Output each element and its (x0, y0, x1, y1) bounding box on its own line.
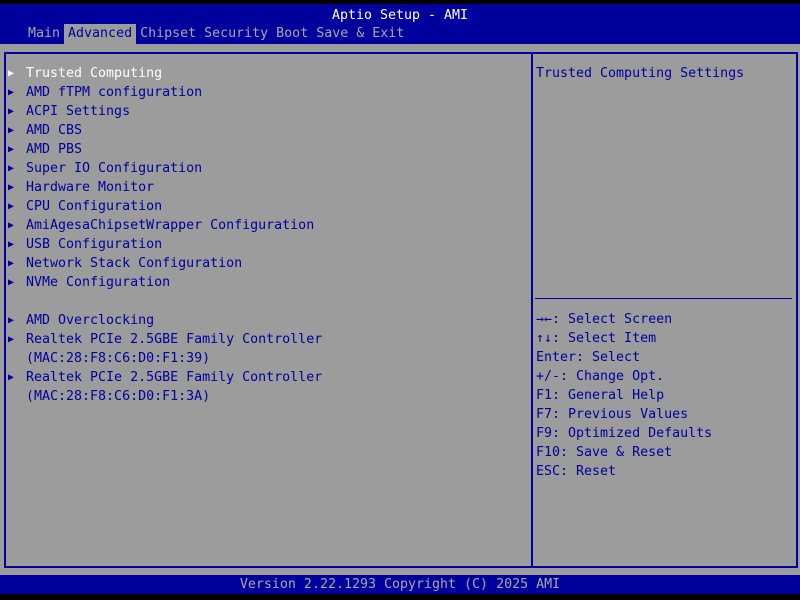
submenu-arrow-icon: ▶ (8, 315, 15, 326)
tab-chipset[interactable]: Chipset (136, 24, 200, 44)
menu-item-label: Realtek PCIe 2.5GBE Family Controller (26, 332, 323, 347)
submenu-arrow-icon: ▶ (8, 125, 15, 136)
submenu-arrow-icon: ▶ (8, 106, 15, 117)
menu-item[interactable]: ▶ Realtek PCIe 2.5GBE Family Controller (8, 368, 322, 387)
help-divider (535, 298, 792, 299)
tab-bar: Main Advanced Chipset Security Boot Save… (24, 24, 408, 44)
menu-item[interactable]: ▶ AMD CBS (8, 121, 322, 140)
app-title: Aptio Setup - AMI (331, 8, 469, 23)
menu-item[interactable]: ▶ CPU Configuration (8, 197, 322, 216)
key-hint: Enter: Select (536, 350, 641, 365)
key-hint: →←: Select Screen (536, 312, 673, 327)
menu-item-detail: (MAC:28:F8:C6:D0:F1:39) (8, 349, 322, 368)
menu-item-label: AMD Overclocking (26, 313, 155, 328)
menu-item-label: Network Stack Configuration (26, 256, 243, 271)
tab-advanced[interactable]: Advanced (64, 24, 137, 44)
menu-item-label: (MAC:28:F8:C6:D0:F1:39) (26, 351, 211, 366)
tab-main[interactable]: Main (24, 24, 64, 44)
key-hint: F1: General Help (536, 388, 665, 403)
submenu-arrow-icon: ▶ (8, 68, 15, 79)
panel-divider (531, 54, 533, 566)
menu-item-detail: (MAC:28:F8:C6:D0:F1:3A) (8, 387, 322, 406)
key-hint: ↑↓: Select Item (536, 331, 657, 346)
main-frame: ▶ Trusted Computing ▶ AMD fTPM configuratio… (4, 52, 798, 568)
submenu-arrow-icon: ▶ (8, 372, 15, 383)
menu-item[interactable]: ▶ AMD fTPM configuration (8, 83, 322, 102)
help-text: Trusted Computing Settings (536, 66, 745, 81)
main-area: ▶ Trusted Computing ▶ AMD fTPM configuratio… (0, 44, 800, 575)
menu-item-label: Realtek PCIe 2.5GBE Family Controller (26, 370, 323, 385)
menu-item[interactable]: ▶ AmiAgesaChipsetWrapper Configuration (8, 216, 322, 235)
menu-item-label: AmiAgesaChipsetWrapper Configuration (26, 218, 315, 233)
key-hint: F10: Save & Reset (536, 445, 673, 460)
header-bar: Aptio Setup - AMI Main Advanced Chipset … (0, 4, 800, 44)
menu-item-label: Trusted Computing (26, 66, 163, 81)
menu-item-label: USB Configuration (26, 237, 163, 252)
menu-spacer (8, 292, 322, 311)
menu-item-label: CPU Configuration (26, 199, 163, 214)
menu-item-label: ACPI Settings (26, 104, 131, 119)
submenu-arrow-icon: ▶ (8, 201, 15, 212)
menu-item[interactable]: ▶ Network Stack Configuration (8, 254, 322, 273)
menu-item[interactable]: ▶ Super IO Configuration (8, 159, 322, 178)
menu-item-label: Hardware Monitor (26, 180, 155, 195)
submenu-arrow-icon: ▶ (8, 277, 15, 288)
menu-item-label: AMD PBS (26, 142, 83, 157)
submenu-arrow-icon: ▶ (8, 334, 15, 345)
tab-save-exit[interactable]: Save & Exit (312, 24, 408, 44)
menu-list: ▶ Trusted Computing ▶ AMD fTPM configuratio… (8, 64, 322, 406)
key-hint: ESC: Reset (536, 464, 617, 479)
key-legend: →←: Select Screen ↑↓: Select Item Enter: S… (536, 310, 712, 481)
submenu-arrow-icon: ▶ (8, 87, 15, 98)
submenu-arrow-icon: ▶ (8, 182, 15, 193)
tab-boot[interactable]: Boot (272, 24, 312, 44)
submenu-arrow-icon: ▶ (8, 144, 15, 155)
submenu-arrow-icon: ▶ (8, 163, 15, 174)
menu-item-label: (MAC:28:F8:C6:D0:F1:3A) (26, 389, 211, 404)
menu-item-label: Super IO Configuration (26, 161, 203, 176)
key-hint: +/-: Change Opt. (536, 369, 665, 384)
menu-item[interactable]: ▶ Realtek PCIe 2.5GBE Family Controller (8, 330, 322, 349)
menu-item-label: AMD fTPM configuration (26, 85, 203, 100)
key-hint: F7: Previous Values (536, 407, 689, 422)
submenu-arrow-icon: ▶ (8, 220, 15, 231)
menu-item[interactable]: ▶ Trusted Computing (8, 64, 322, 83)
footer-version: Version 2.22.1293 Copyright (C) 2025 AMI (0, 575, 800, 594)
menu-item[interactable]: ▶ AMD Overclocking (8, 311, 322, 330)
tab-security[interactable]: Security (200, 24, 272, 44)
key-hint: F9: Optimized Defaults (536, 426, 713, 441)
menu-item[interactable]: ▶ AMD PBS (8, 140, 322, 159)
menu-item[interactable]: ▶ USB Configuration (8, 235, 322, 254)
menu-item[interactable]: ▶ ACPI Settings (8, 102, 322, 121)
menu-item[interactable]: ▶ Hardware Monitor (8, 178, 322, 197)
menu-item-label: NVMe Configuration (26, 275, 171, 290)
submenu-arrow-icon: ▶ (8, 239, 15, 250)
menu-item-label: AMD CBS (26, 123, 83, 138)
submenu-arrow-icon: ▶ (8, 258, 15, 269)
menu-item[interactable]: ▶ NVMe Configuration (8, 273, 322, 292)
